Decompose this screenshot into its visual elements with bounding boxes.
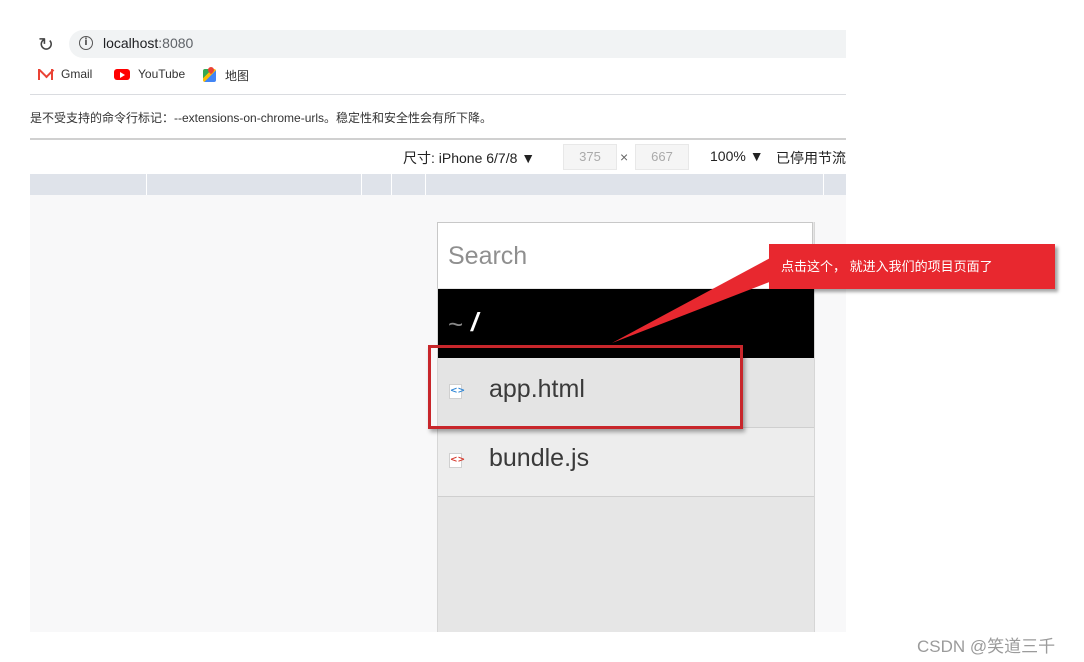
unsupported-flag-warning: 是不受支持的命令行标记：--extensions-on-chrome-urls。… [30, 111, 493, 125]
search-placeholder: Search [448, 242, 528, 270]
search-input[interactable]: Search [437, 222, 813, 288]
zoom-select[interactable]: 100% ▼ [710, 148, 764, 164]
throttle-select[interactable]: 已停用节流 [776, 148, 846, 168]
js-file-icon: <> [449, 453, 465, 468]
annotation-callout: 点击这个， 就进入我们的项目页面了 [769, 244, 1055, 289]
address-bar[interactable]: i localhost:8080 [69, 30, 846, 58]
path-home[interactable]: ~ [448, 309, 463, 340]
callout-text: 点击这个， 就进入我们的项目页面了 [781, 259, 993, 274]
bookmark-label: YouTube [138, 67, 186, 81]
bookmark-label: 地图 [225, 69, 250, 83]
gmail-icon [38, 68, 53, 80]
height-input[interactable]: 667 [635, 144, 689, 170]
url-port: :8080 [158, 35, 194, 51]
width-input[interactable]: 375 [563, 144, 617, 170]
url-host: localhost [103, 35, 159, 51]
path-root[interactable]: / [471, 307, 478, 338]
device-select[interactable]: 尺寸: iPhone 6/7/8 ▼ [403, 148, 535, 168]
watermark: CSDN @笑道三千 [917, 637, 1056, 656]
maps-icon [203, 69, 216, 82]
info-icon[interactable]: i [79, 36, 93, 50]
divider [30, 138, 846, 140]
device-toolbar: 尺寸: iPhone 6/7/8 ▼ 375 × 667 100% ▼ 已停用节… [30, 141, 846, 173]
divider [30, 94, 846, 95]
reload-icon[interactable]: ↻ [38, 34, 54, 57]
browser-chrome: ↻ i localhost:8080 Gmail YouTube 地图 是不受支… [30, 0, 846, 140]
file-name: bundle.js [489, 444, 590, 472]
times-symbol: × [620, 149, 629, 165]
url-text[interactable]: localhost:8080 [103, 35, 193, 51]
bookmark-label: Gmail [61, 67, 93, 81]
bookmark-maps[interactable]: 地图 [203, 67, 249, 84]
bookmark-gmail[interactable]: Gmail [38, 67, 92, 81]
bookmark-youtube[interactable]: YouTube [114, 67, 185, 81]
file-item-bundle-js[interactable]: <> bundle.js [438, 428, 814, 497]
youtube-icon [114, 68, 130, 80]
media-query-ruler[interactable] [30, 174, 846, 195]
highlight-box [428, 345, 743, 429]
